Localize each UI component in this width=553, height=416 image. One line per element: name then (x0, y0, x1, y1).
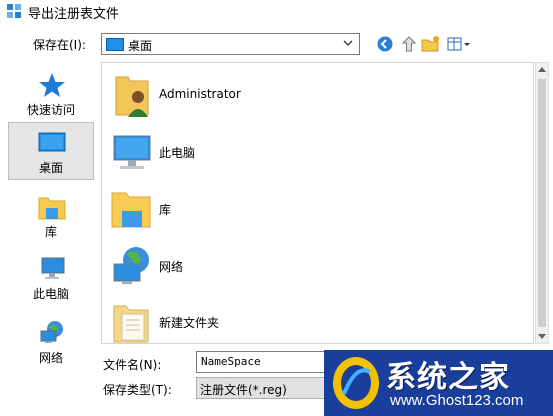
savein-label: 保存在(I): (33, 38, 86, 52)
title-bar: 导出注册表文件 (0, 0, 553, 22)
list-item[interactable]: 此电脑 (106, 126, 526, 180)
watermark-title: 系统之家 (386, 360, 510, 395)
logo-emblem-icon (333, 357, 379, 409)
list-item[interactable]: 新建文件夹 (106, 296, 526, 343)
watermark-url: www.Ghost123.com (390, 392, 524, 409)
places-bar: 快速访问 桌面 库 此电脑 网络 (6, 62, 96, 374)
computer-icon (41, 257, 65, 279)
scroll-thumb[interactable] (538, 79, 546, 327)
user-folder-icon (115, 76, 149, 117)
file-name: 库 (159, 203, 172, 217)
back-icon[interactable] (375, 35, 395, 53)
place-desktop[interactable]: 桌面 (8, 122, 94, 180)
window-title: 导出注册表文件 (28, 7, 120, 22)
file-name: 网络 (159, 260, 184, 274)
list-item[interactable]: Administrator (106, 69, 526, 123)
network-icon (113, 247, 149, 284)
folder-icon (113, 305, 149, 343)
filename-label: 文件名(N): (103, 358, 162, 372)
library-icon (111, 192, 151, 228)
file-name: 新建文件夹 (159, 316, 220, 330)
filename-input[interactable]: NameSpace (196, 351, 326, 373)
place-this-pc[interactable]: 此电脑 (8, 248, 94, 306)
scroll-up-icon[interactable] (536, 63, 548, 77)
computer-icon (113, 135, 151, 169)
file-list[interactable]: Administrator 此电脑 库 网络 新建文件夹 (101, 62, 534, 344)
place-label: 快速访问 (26, 103, 75, 117)
vertical-scrollbar[interactable] (535, 62, 549, 344)
filetype-dropdown[interactable]: 注册文件(*.reg) (196, 377, 326, 399)
view-menu-icon[interactable] (446, 35, 472, 53)
filetype-label: 保存类型(T): (103, 383, 172, 397)
chevron-down-icon[interactable] (341, 36, 355, 50)
star-icon (39, 73, 65, 97)
place-label: 网络 (38, 351, 63, 365)
place-label: 库 (44, 225, 57, 239)
network-icon (40, 321, 63, 343)
place-network[interactable]: 网络 (8, 312, 94, 370)
list-item[interactable]: 库 (106, 183, 526, 237)
list-item[interactable]: 网络 (106, 240, 526, 294)
place-library[interactable]: 库 (8, 186, 94, 244)
place-label: 桌面 (38, 161, 63, 175)
desktop-icon (38, 132, 66, 152)
file-name: 此电脑 (159, 146, 196, 160)
savein-dropdown[interactable]: 桌面 (101, 33, 360, 55)
new-folder-icon[interactable] (421, 35, 441, 53)
scroll-down-icon[interactable] (536, 329, 548, 343)
file-name: Administrator (159, 87, 241, 101)
watermark-logo: 系统之家 www.Ghost123.com (324, 350, 553, 416)
registry-editor-icon (7, 4, 21, 18)
place-quick-access[interactable]: 快速访问 (8, 64, 94, 122)
desktop-icon (106, 38, 124, 51)
savein-value: 桌面 (128, 39, 153, 53)
place-label: 此电脑 (32, 287, 69, 301)
library-icon (38, 197, 66, 220)
up-folder-icon[interactable] (399, 35, 419, 53)
